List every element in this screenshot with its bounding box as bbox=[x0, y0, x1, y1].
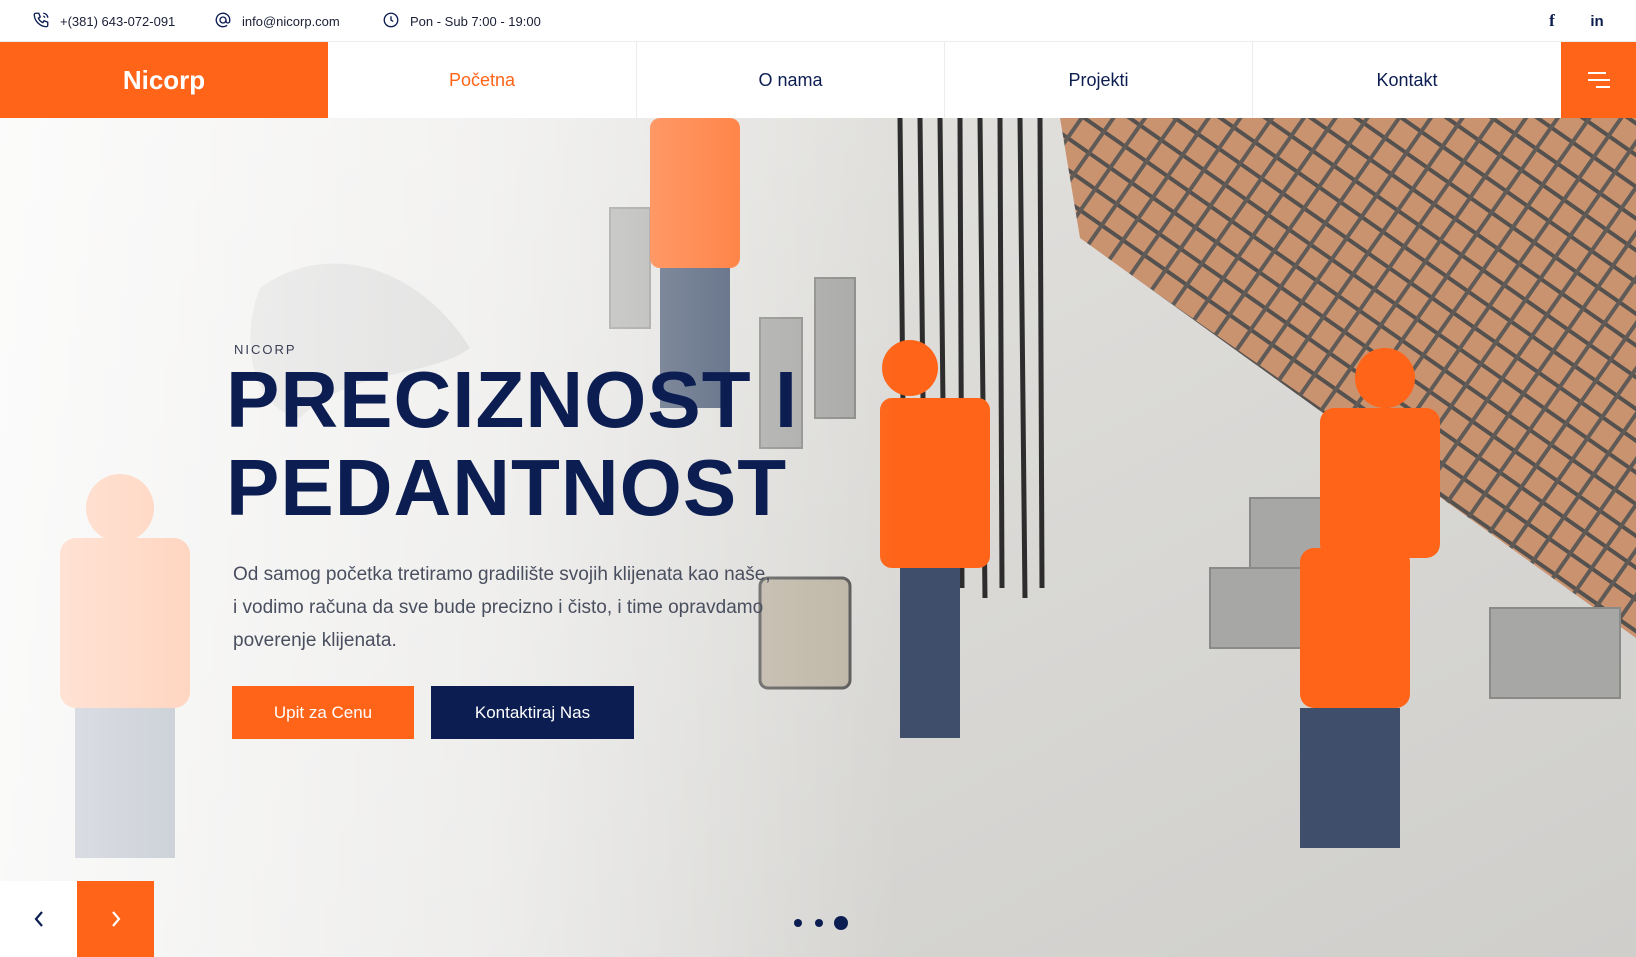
phone-info[interactable]: +(381) 643-072-091 bbox=[32, 0, 175, 42]
nav-item-projekti[interactable]: Projekti bbox=[944, 42, 1252, 118]
email-address: info@nicorp.com bbox=[242, 13, 340, 29]
hero-slider: NICORP PRECIZNOST I PEDANTNOST Od samog … bbox=[0, 118, 1636, 957]
hero-headline: PRECIZNOST I PEDANTNOST bbox=[226, 356, 798, 532]
chevron-right-icon bbox=[111, 911, 120, 927]
price-inquiry-button[interactable]: Upit za Cenu bbox=[232, 686, 414, 739]
contact-us-button[interactable]: Kontaktiraj Nas bbox=[431, 686, 634, 739]
next-slide-button[interactable] bbox=[77, 881, 154, 957]
nav-item-pocetna[interactable]: Početna bbox=[328, 42, 636, 118]
top-bar: +(381) 643-072-091 info@nicorp.com Pon -… bbox=[0, 0, 1636, 42]
facebook-icon[interactable]: f bbox=[1540, 0, 1564, 42]
slide-dot-2[interactable] bbox=[815, 919, 823, 927]
prev-slide-button[interactable] bbox=[0, 881, 77, 957]
at-icon bbox=[214, 11, 242, 32]
chevron-left-icon bbox=[34, 911, 43, 927]
phone-number: +(381) 643-072-091 bbox=[60, 13, 176, 29]
clock-icon bbox=[382, 11, 410, 32]
slide-dot-3-active[interactable] bbox=[834, 916, 848, 930]
main-navigation: Nicorp Početna O nama Projekti Kontakt bbox=[0, 42, 1636, 118]
hero-headline-line2: PEDANTNOST bbox=[226, 443, 788, 532]
linkedin-icon[interactable]: in bbox=[1585, 0, 1609, 42]
hero-description: Od samog početka tretiramo gradilište sv… bbox=[233, 564, 771, 651]
hours-info: Pon - Sub 7:00 - 19:00 bbox=[382, 0, 541, 42]
working-hours: Pon - Sub 7:00 - 19:00 bbox=[410, 13, 541, 29]
logo[interactable]: Nicorp bbox=[0, 42, 328, 118]
menu-button[interactable] bbox=[1561, 42, 1636, 118]
slide-dot-1[interactable] bbox=[794, 919, 802, 927]
nav-item-kontakt[interactable]: Kontakt bbox=[1252, 42, 1561, 118]
phone-icon bbox=[32, 11, 60, 32]
menu-icon bbox=[1587, 72, 1610, 88]
hero-headline-line1: PRECIZNOST I bbox=[226, 355, 799, 444]
email-info[interactable]: info@nicorp.com bbox=[214, 0, 340, 42]
hero-overlay bbox=[0, 118, 900, 957]
nav-item-o-nama[interactable]: O nama bbox=[636, 42, 944, 118]
